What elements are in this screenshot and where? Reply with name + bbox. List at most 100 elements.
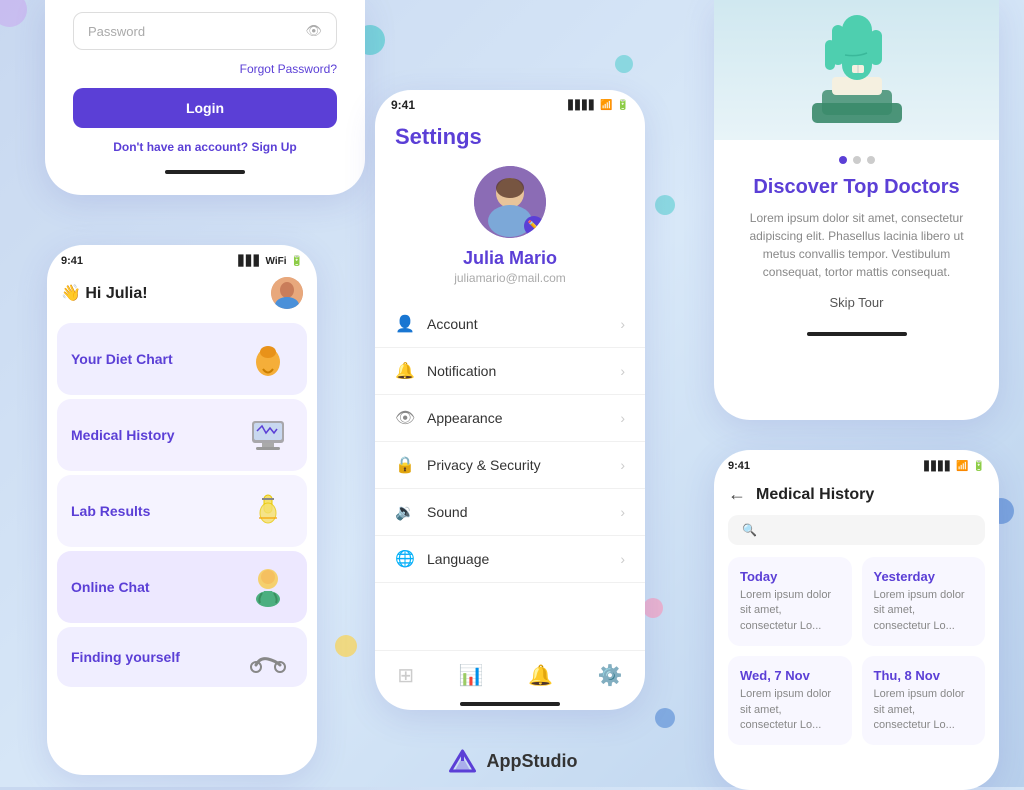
medical-card-today[interactable]: Today Lorem ipsum dolor sit amet, consec… xyxy=(728,557,852,646)
home-indicator xyxy=(460,702,560,706)
no-account-text: Don't have an account? xyxy=(113,140,248,154)
profile-edit-badge[interactable]: ✏️ xyxy=(524,216,544,236)
appstudio-logo xyxy=(447,747,479,775)
profile-name: Julia Mario xyxy=(463,248,557,269)
back-arrow[interactable]: ← xyxy=(728,484,746,505)
dot-1 xyxy=(839,156,847,164)
finding-label: Finding yourself xyxy=(71,649,180,665)
nav-bell-icon[interactable]: 🔔 xyxy=(528,663,553,688)
account-label: Account xyxy=(427,316,478,332)
login-button[interactable]: Login xyxy=(73,88,337,128)
dot-3 xyxy=(867,156,875,164)
hand-illustration-svg xyxy=(777,5,937,135)
lab-icon xyxy=(243,486,293,536)
medical-history-title: Medical History xyxy=(756,486,874,504)
medical-status-icons: ▋▋▋▋📶🔋 xyxy=(924,461,985,472)
medical-card-yesterday[interactable]: Yesterday Lorem ipsum dolor sit amet, co… xyxy=(862,557,986,646)
signup-link[interactable]: Sign Up xyxy=(251,140,296,154)
chevron-sound: › xyxy=(620,504,625,520)
privacy-icon: 🔒 xyxy=(395,455,415,475)
password-label: Password xyxy=(88,24,145,39)
medical-icon xyxy=(243,410,293,460)
menu-card-chat[interactable]: Online Chat xyxy=(57,551,307,623)
menu-item-notification[interactable]: 🔔 Notification › xyxy=(375,348,645,395)
brand-label: AppStudio xyxy=(487,751,578,772)
settings-status-icons: ▋▋▋▋📶🔋 xyxy=(568,100,629,111)
dots-indicator xyxy=(734,156,979,164)
card-today-text: Lorem ipsum dolor sit amet, consectetur … xyxy=(740,588,840,634)
settings-status-bar: 9:41 ▋▋▋▋📶🔋 xyxy=(375,90,645,116)
eye-icon: 👁 xyxy=(305,23,322,39)
home-indicator-onboarding xyxy=(807,332,907,336)
status-time: 9:41 xyxy=(61,255,83,267)
language-icon: 🌐 xyxy=(395,549,415,569)
menu-card-finding[interactable]: Finding yourself xyxy=(57,627,307,687)
forgot-password-link[interactable]: Forgot Password? xyxy=(73,62,337,76)
status-bar: 9:41 ▋▋▋WiFi🔋 xyxy=(47,245,317,271)
chevron-appearance: › xyxy=(620,410,625,426)
medical-cards-grid: Today Lorem ipsum dolor sit amet, consec… xyxy=(714,557,999,745)
account-icon: 👤 xyxy=(395,314,415,334)
card-thu-text: Lorem ipsum dolor sit amet, consectetur … xyxy=(874,687,974,733)
menu-item-language[interactable]: 🌐 Language › xyxy=(375,536,645,583)
medical-card-wed[interactable]: Wed, 7 Nov Lorem ipsum dolor sit amet, c… xyxy=(728,656,852,745)
medical-card-thu[interactable]: Thu, 8 Nov Lorem ipsum dolor sit amet, c… xyxy=(862,656,986,745)
sound-label: Sound xyxy=(427,504,467,520)
nav-chart-icon[interactable]: 📊 xyxy=(459,663,484,688)
signup-row: Don't have an account? Sign Up xyxy=(73,140,337,154)
privacy-label: Privacy & Security xyxy=(427,457,541,473)
sound-icon: 🔉 xyxy=(395,502,415,522)
finding-icon xyxy=(243,632,293,682)
onboarding-content: Discover Top Doctors Lorem ipsum dolor s… xyxy=(714,140,999,326)
chat-label: Online Chat xyxy=(71,579,150,595)
nav-settings-icon[interactable]: ⚙️ xyxy=(598,663,623,688)
card-yesterday-date: Yesterday xyxy=(874,569,974,584)
menu-item-privacy[interactable]: 🔒 Privacy & Security › xyxy=(375,442,645,489)
status-icons: ▋▋▋WiFi🔋 xyxy=(238,256,303,267)
settings-time: 9:41 xyxy=(391,98,415,112)
settings-title: Settings xyxy=(375,116,645,166)
card-wed-date: Wed, 7 Nov xyxy=(740,668,840,683)
phone-settings: 9:41 ▋▋▋▋📶🔋 Settings ✏️ Julia Mario juli… xyxy=(375,90,645,710)
notification-label: Notification xyxy=(427,363,496,379)
menu-item-sound[interactable]: 🔉 Sound › xyxy=(375,489,645,536)
medical-time: 9:41 xyxy=(728,460,750,472)
menu-item-appearance[interactable]: 👁 Appearance › xyxy=(375,395,645,442)
medical-label: Medical History xyxy=(71,427,174,443)
language-label: Language xyxy=(427,551,489,567)
onboarding-title: Discover Top Doctors xyxy=(734,176,979,199)
profile-avatar: ✏️ xyxy=(474,166,546,238)
phone-login: Password 👁 Forgot Password? Login Don't … xyxy=(45,0,365,195)
skip-tour-button[interactable]: Skip Tour xyxy=(734,295,979,310)
home-indicator xyxy=(165,170,245,174)
chevron-privacy: › xyxy=(620,457,625,473)
menu-card-medical[interactable]: Medical History xyxy=(57,399,307,471)
user-avatar xyxy=(271,277,303,309)
card-wed-text: Lorem ipsum dolor sit amet, consectetur … xyxy=(740,687,840,733)
card-thu-date: Thu, 8 Nov xyxy=(874,668,974,683)
profile-email: juliamario@mail.com xyxy=(454,271,566,285)
nav-dashboard-icon[interactable]: ⊞ xyxy=(397,663,414,688)
menu-card-lab[interactable]: Lab Results xyxy=(57,475,307,547)
bottom-nav: ⊞ 📊 🔔 ⚙️ xyxy=(375,650,645,696)
appstudio-brand: AppStudio xyxy=(447,747,578,775)
deco-circle-2 xyxy=(615,55,633,73)
lab-label: Lab Results xyxy=(71,503,150,519)
diet-label: Your Diet Chart xyxy=(71,351,173,367)
notification-icon: 🔔 xyxy=(395,361,415,381)
dashboard-header: 👋 Hi Julia! xyxy=(47,271,317,319)
phone-dashboard: 9:41 ▋▋▋WiFi🔋 👋 Hi Julia! Your Diet Char… xyxy=(47,245,317,775)
dot-2 xyxy=(853,156,861,164)
deco-circle-6 xyxy=(643,598,663,618)
chevron-notification: › xyxy=(620,363,625,379)
medical-search-bar[interactable]: 🔍 xyxy=(728,515,985,545)
phone-medical-detail: 9:41 ▋▋▋▋📶🔋 ← Medical History 🔍 Today Lo… xyxy=(714,450,999,790)
search-placeholder: 🔍 xyxy=(742,523,757,537)
deco-circle-4 xyxy=(0,0,27,27)
avatar-svg xyxy=(271,277,303,309)
diet-icon xyxy=(243,334,293,384)
password-field[interactable]: Password 👁 xyxy=(73,12,337,50)
medical-header: ← Medical History xyxy=(714,478,999,515)
menu-card-diet[interactable]: Your Diet Chart xyxy=(57,323,307,395)
menu-item-account[interactable]: 👤 Account › xyxy=(375,301,645,348)
